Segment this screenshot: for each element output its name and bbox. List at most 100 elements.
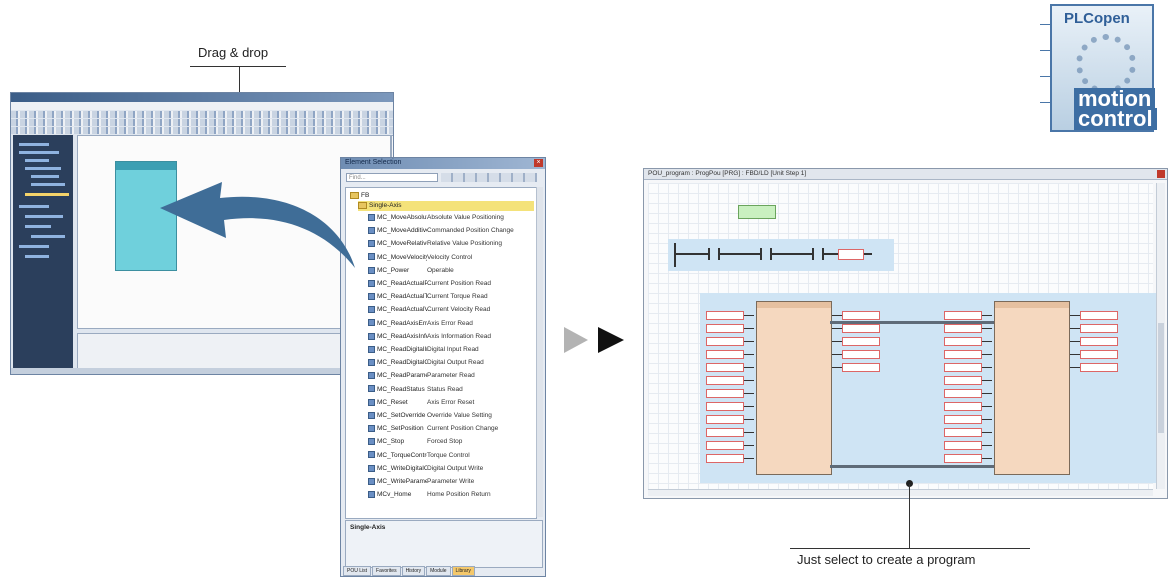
fbd-ld-editor-grid[interactable] <box>648 183 1164 489</box>
status-bar <box>11 368 393 374</box>
fb-list-item[interactable]: MC_Stop Forced Stop <box>368 437 462 447</box>
vertical-scrollbar[interactable] <box>1156 183 1165 489</box>
input-variable[interactable] <box>944 311 982 320</box>
output-variable[interactable] <box>1080 363 1118 372</box>
fb-name: MC_MoveAdditive <box>377 227 427 235</box>
output-variable[interactable] <box>842 363 880 372</box>
function-block-icon <box>368 490 375 498</box>
output-coil[interactable] <box>838 249 864 260</box>
input-variable[interactable] <box>944 363 982 372</box>
input-variable[interactable] <box>706 337 744 346</box>
fb-list-item[interactable]: MC_WriteParametParameter Write <box>368 477 474 487</box>
pin-wire <box>744 367 754 368</box>
dialog-tab[interactable]: POU List <box>343 566 372 576</box>
fb-list-item[interactable]: MC_ReadAxisErroAxis Error Read <box>368 319 473 329</box>
tree-group-row[interactable]: Single-Axis <box>358 201 534 211</box>
output-variable[interactable] <box>842 324 880 333</box>
fb-list-item[interactable]: MC_ReadParametParameter Read <box>368 371 475 381</box>
contact-3[interactable] <box>812 248 824 260</box>
pin-wire <box>1070 354 1080 355</box>
fb-list-item[interactable]: MC_MoveRelativeRelative Value Positionin… <box>368 239 502 249</box>
input-variable[interactable] <box>706 428 744 437</box>
dialog-tab[interactable]: Favorites <box>372 566 401 576</box>
ide-toolbar-3[interactable] <box>11 127 393 134</box>
fb-list-item[interactable]: MC_Reset Axis Error Reset <box>368 398 474 408</box>
fb-list-item[interactable]: MC_Power Operable <box>368 266 454 276</box>
ladder-rung[interactable] <box>668 239 894 271</box>
input-variable[interactable] <box>706 363 744 372</box>
fb-list-item[interactable]: MC_WriteDigitalODigital Output Write <box>368 464 483 474</box>
fb-list-item[interactable]: MC_ReadStatus Status Read <box>368 385 463 395</box>
fb-list-item[interactable]: MC_ReadAxisInfoAxis Information Read <box>368 332 491 342</box>
input-variable[interactable] <box>944 428 982 437</box>
input-variable[interactable] <box>706 441 744 450</box>
fb-list-item[interactable]: MC_MoveAbsoluteAbsolute Value Positionin… <box>368 213 504 223</box>
horizontal-scrollbar[interactable] <box>648 489 1153 496</box>
input-variable[interactable] <box>706 402 744 411</box>
ide-menubar[interactable] <box>11 102 393 110</box>
pin-wire <box>982 354 992 355</box>
output-variable[interactable] <box>842 350 880 359</box>
element-tree[interactable]: FB Single-Axis MC_MoveAbsoluteAbsolute V… <box>345 187 537 519</box>
ide-toolbar-2[interactable] <box>11 119 393 126</box>
dialog-tab[interactable]: Module <box>426 566 451 576</box>
dialog-toolbar[interactable] <box>441 173 537 182</box>
pin-wire <box>982 315 992 316</box>
fb-list-item[interactable]: MC_TorqueControTorque Control <box>368 451 470 461</box>
fb-list-item[interactable]: MC_SetOverride Override Value Setting <box>368 411 492 421</box>
input-variable[interactable] <box>706 350 744 359</box>
fb-instance-right[interactable] <box>994 301 1070 475</box>
fb-list-item[interactable]: MC_ReadDigitalInDigital Input Read <box>368 345 479 355</box>
output-variable[interactable] <box>842 311 880 320</box>
input-variable[interactable] <box>944 441 982 450</box>
fb-description: Override Value Setting <box>427 412 492 419</box>
fb-list-item[interactable]: MC_SetPosition Current Position Change <box>368 424 498 434</box>
fb-name: MC_ReadAxisInfo <box>377 332 427 340</box>
input-variable[interactable] <box>944 337 982 346</box>
contact-2[interactable] <box>760 248 772 260</box>
input-variable[interactable] <box>706 324 744 333</box>
output-variable[interactable] <box>1080 337 1118 346</box>
function-block-icon <box>368 438 375 446</box>
dialog-tab[interactable]: Library <box>451 566 475 576</box>
input-variable[interactable] <box>944 454 982 463</box>
dialog-tab[interactable]: History <box>401 566 426 576</box>
project-navigation-pane[interactable] <box>13 135 73 373</box>
input-variable[interactable] <box>706 311 744 320</box>
input-variable[interactable] <box>944 324 982 333</box>
fbd-network[interactable] <box>700 293 1164 483</box>
output-variable[interactable] <box>1080 324 1118 333</box>
output-variable[interactable] <box>1080 350 1118 359</box>
close-icon[interactable]: × <box>534 159 543 167</box>
fb-list-item[interactable]: MC_ReadActualToCurrent Torque Read <box>368 292 488 302</box>
program-window-titlebar: POU_program : ProgPou [PRG] : FBD/LD [Un… <box>644 169 1167 180</box>
fb-list-item[interactable]: MC_ReadDigitalOuDigital Output Read <box>368 358 484 368</box>
logo-badge: PLCopen motion control <box>1050 4 1157 132</box>
input-variable[interactable] <box>706 376 744 385</box>
contact-1[interactable] <box>708 248 720 260</box>
fb-list-item[interactable]: MC_MoveVelocityVelocity Control <box>368 253 472 263</box>
input-variable[interactable] <box>706 415 744 424</box>
tree-scrollbar[interactable] <box>536 187 543 517</box>
close-icon[interactable] <box>1157 170 1165 178</box>
output-variable[interactable] <box>842 337 880 346</box>
fb-list-item[interactable]: MC_MoveAdditiveCommanded Position Change <box>368 226 514 236</box>
fb-description: Status Read <box>427 385 463 393</box>
output-variable[interactable] <box>1080 311 1118 320</box>
function-block-icon <box>368 385 375 393</box>
ide-toolbar-1[interactable] <box>11 111 393 118</box>
input-variable[interactable] <box>944 402 982 411</box>
input-variable[interactable] <box>706 454 744 463</box>
pin-wire <box>744 380 754 381</box>
input-variable[interactable] <box>944 376 982 385</box>
fb-list-item[interactable]: MC_ReadActualPoCurrent Position Read <box>368 279 491 289</box>
input-variable[interactable] <box>944 415 982 424</box>
input-variable[interactable] <box>944 350 982 359</box>
fb-list-item[interactable]: MC_ReadActualVeCurrent Velocity Read <box>368 305 490 315</box>
fb-name: MC_ReadStatus <box>377 385 425 393</box>
input-variable[interactable] <box>944 389 982 398</box>
input-variable[interactable] <box>706 389 744 398</box>
initial-step-block[interactable] <box>738 205 776 219</box>
fb-list-item[interactable]: MCv_Home Home Position Return <box>368 490 491 500</box>
fb-instance-left[interactable] <box>756 301 832 475</box>
